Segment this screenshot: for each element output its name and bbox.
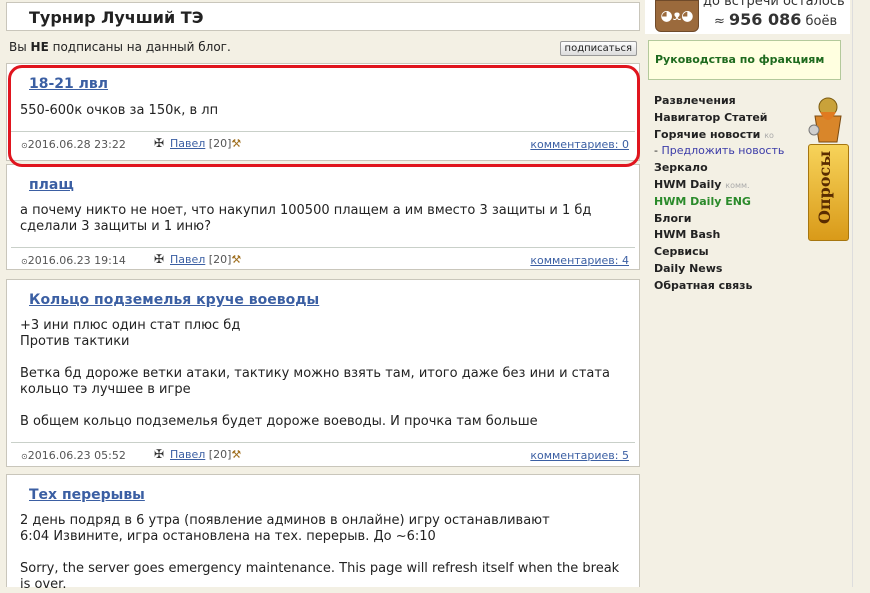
post-author: ✠ Павел [20]⚒	[154, 447, 242, 461]
class-icon[interactable]: ✠	[154, 136, 170, 150]
post-card: 18-21 лвл 550-600к очков за 150к, в лп ⊙…	[6, 63, 640, 161]
sidebar-edge	[852, 0, 861, 587]
class-icon[interactable]: ✠	[154, 447, 170, 461]
polls-label: Опросы	[815, 150, 834, 224]
sidebar-item-entertainment[interactable]: Развлечения	[654, 93, 824, 110]
blog-title-box: Турнир Лучший ТЭ	[6, 2, 640, 31]
sidebar-item-mirror[interactable]: Зеркало	[654, 160, 824, 177]
hammer-icon: ⚒	[231, 253, 242, 266]
post-body: а почему никто не ноет, что накупил 1005…	[20, 203, 592, 234]
post-date: ⊙2016.06.28 23:22	[21, 138, 126, 151]
countdown-panel: ◕ᴥ◕ до встречи осталось ≈ 956 086 боёв	[645, 0, 850, 34]
sidebar-item-navigator[interactable]: Навигатор Статей	[654, 110, 824, 127]
post-body: 2 день подряд в 6 утра (появление админо…	[20, 513, 620, 592]
post-title-link[interactable]: Кольцо подземелья круче воеводы	[29, 292, 319, 308]
countdown-label: до встречи осталось	[703, 0, 845, 9]
dwarf-mascot-icon	[808, 97, 842, 143]
sidebar-item-hot-news[interactable]: Горячие новости ко	[654, 127, 824, 144]
subscribe-button[interactable]: подписаться	[559, 41, 637, 56]
sidebar-item-feedback[interactable]: Обратная связь	[654, 278, 824, 295]
post-title-link[interactable]: 18-21 лвл	[29, 76, 108, 92]
hammer-icon: ⚒	[231, 448, 242, 461]
author-link[interactable]: Павел	[170, 253, 205, 266]
post-date: ⊙2016.06.23 05:52	[21, 449, 126, 462]
sidebar: ◕ᴥ◕ до встречи осталось ≈ 956 086 боёв Р…	[645, 0, 870, 587]
sidebar-item-daily-news[interactable]: Daily News	[654, 261, 824, 278]
class-icon[interactable]: ✠	[154, 252, 170, 266]
post-card: плащ а почему никто не ноет, что накупил…	[6, 164, 640, 270]
page-title: Турнир Лучший ТЭ	[29, 8, 204, 27]
post-footer: ⊙2016.06.23 19:14 ✠ Павел [20]⚒ комментар…	[11, 247, 635, 270]
faction-guides-link[interactable]: Руководства по фракциям	[648, 40, 841, 80]
post-title-link[interactable]: Тех перерывы	[29, 487, 145, 503]
subscription-status: Вы НЕ подписаны на данный блог.	[9, 40, 231, 54]
post-card: Тех перерывы 2 день подряд в 6 утра (поя…	[6, 474, 640, 592]
sidebar-item-suggest-news[interactable]: - Предложить новость	[654, 143, 824, 160]
comments-link[interactable]: комментариев: 4	[530, 254, 629, 267]
author-link[interactable]: Павел	[170, 137, 205, 150]
post-card: Кольцо подземелья круче воеводы +3 ини п…	[6, 279, 640, 467]
comments-link[interactable]: комментариев: 0	[530, 138, 629, 151]
clock-icon: ⊙	[21, 257, 28, 266]
sidebar-item-hwm-daily-eng[interactable]: HWM Daily ENG	[654, 194, 824, 211]
faction-guides-label: Руководства по фракциям	[655, 53, 825, 66]
post-author: ✠ Павел [20]⚒	[154, 252, 242, 266]
post-footer: ⊙2016.06.23 05:52 ✠ Павел [20]⚒ комментар…	[11, 442, 635, 465]
post-body: 550-600к очков за 150к, в лп	[20, 103, 219, 118]
clock-icon: ⊙	[21, 141, 28, 150]
subscription-row: Вы НЕ подписаны на данный блог. подписат…	[6, 37, 640, 59]
post-footer: ⊙2016.06.28 23:22 ✠ Павел [20]⚒ комментар…	[11, 131, 635, 154]
hammer-icon: ⚒	[231, 137, 242, 150]
post-date: ⊙2016.06.23 19:14	[21, 254, 126, 267]
blog-main: Турнир Лучший ТЭ Вы НЕ подписаны на данн…	[0, 0, 645, 592]
sidebar-item-services[interactable]: Сервисы	[654, 244, 824, 261]
polls-tab[interactable]: Опросы	[808, 144, 849, 241]
sidebar-item-hwm-daily[interactable]: HWM Daily комм.	[654, 177, 824, 194]
avatar[interactable]: ◕ᴥ◕	[655, 0, 699, 32]
author-link[interactable]: Павел	[170, 448, 205, 461]
post-author: ✠ Павел [20]⚒	[154, 136, 242, 150]
clock-icon: ⊙	[21, 452, 28, 461]
comments-link[interactable]: комментариев: 5	[530, 449, 629, 462]
sidebar-menu: Развлечения Навигатор Статей Горячие нов…	[654, 93, 824, 295]
post-title-link[interactable]: плащ	[29, 177, 74, 193]
sidebar-item-blogs[interactable]: Блоги	[654, 211, 824, 228]
post-body: +3 ини плюс один стат плюс бд Против так…	[20, 318, 610, 429]
countdown-value: ≈ 956 086 боёв	[714, 10, 838, 29]
sidebar-item-hwm-bash[interactable]: HWM Bash	[654, 227, 824, 244]
